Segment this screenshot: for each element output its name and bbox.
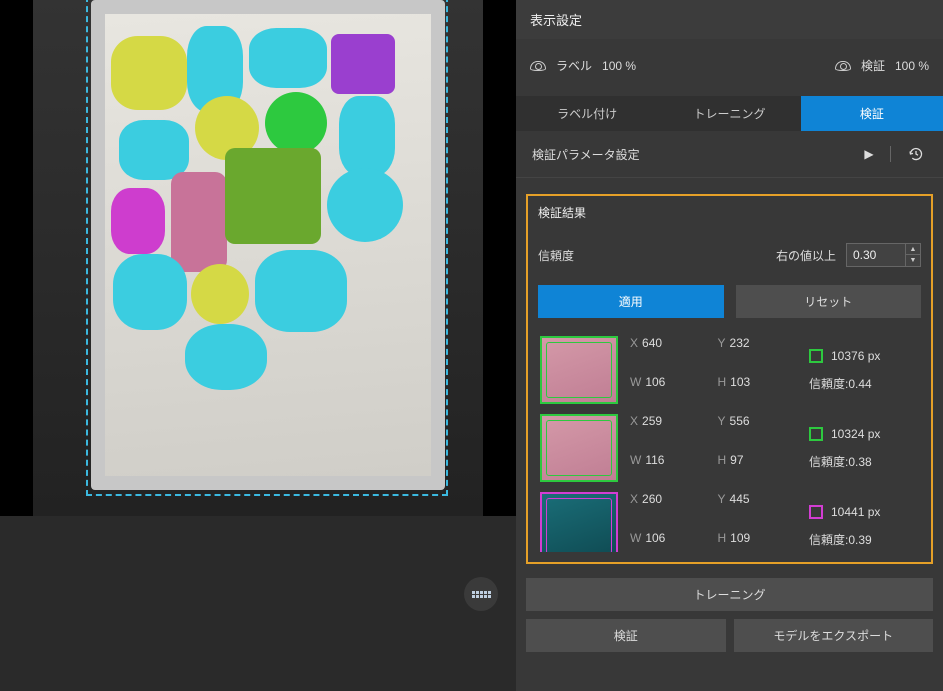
tab-verify[interactable]: 検証	[801, 96, 943, 131]
color-swatch-icon	[809, 505, 823, 519]
result-item[interactable]: X640Y232W106H103 10376 px 信頼度:0.44	[538, 332, 921, 408]
label-text: ラベル	[556, 57, 592, 74]
result-list: X640Y232W106H103 10376 px 信頼度:0.44 X259Y556…	[538, 332, 921, 552]
results-buttons: 適用 リセット	[538, 285, 921, 318]
visibility-row: ラベル 100 % 検証 100 %	[516, 39, 943, 96]
confidence-threshold-row: 信頼度 右の値以上 ▲ ▼	[538, 243, 921, 267]
color-swatch-icon	[809, 349, 823, 363]
result-item[interactable]: X260Y445W106H109 10441 px 信頼度:0.39	[538, 488, 921, 552]
result-coords: X640Y232W106H103	[630, 336, 797, 404]
scene	[33, 0, 483, 516]
export-model-button[interactable]: モデルをエクスポート	[734, 619, 934, 652]
result-area-col: 10441 px 信頼度:0.39	[809, 492, 919, 552]
threshold-input[interactable]	[847, 244, 905, 266]
confidence-value: 信頼度:0.44	[809, 375, 919, 392]
divider	[890, 146, 891, 162]
verify-visibility[interactable]: 検証 100 %	[835, 57, 929, 74]
area-value: 10324 px	[831, 427, 880, 441]
image-canvas[interactable]	[0, 0, 516, 516]
area-value: 10376 px	[831, 349, 880, 363]
settings-panel: 表示設定 ラベル 100 % 検証 100 % ラベル付け トレーニング 検証 …	[516, 0, 943, 691]
display-settings-header: 表示設定	[516, 0, 943, 39]
result-thumbnail	[540, 492, 618, 552]
results-title: 検証結果	[538, 204, 921, 221]
result-item[interactable]: X259Y556W116H97 10324 px 信頼度:0.38	[538, 410, 921, 486]
history-icon[interactable]	[905, 143, 927, 165]
threshold-spinner: ▲ ▼	[905, 244, 920, 266]
image-viewer-panel	[0, 0, 516, 691]
spin-down[interactable]: ▼	[906, 255, 920, 266]
eye-icon	[530, 61, 546, 71]
apply-button[interactable]: 適用	[538, 285, 724, 318]
result-thumbnail	[540, 336, 618, 404]
result-coords: X259Y556W116H97	[630, 414, 797, 482]
threshold-input-wrap: ▲ ▼	[846, 243, 921, 267]
verify-text: 検証	[861, 57, 885, 74]
play-icon[interactable]: ▶	[858, 143, 880, 165]
result-area-col: 10324 px 信頼度:0.38	[809, 414, 919, 482]
confidence-value: 信頼度:0.39	[809, 531, 919, 548]
keyboard-button[interactable]	[464, 577, 498, 611]
verify-results-block: 検証結果 信頼度 右の値以上 ▲ ▼ 適用 リセット X640Y232W106H…	[526, 194, 933, 564]
reset-button[interactable]: リセット	[736, 285, 922, 318]
roi-rectangle[interactable]	[86, 0, 448, 496]
area-value: 10441 px	[831, 505, 880, 519]
label-visibility[interactable]: ラベル 100 %	[530, 57, 636, 74]
verify-param-title: 検証パラメータ設定	[532, 146, 640, 163]
verify-percent: 100 %	[895, 59, 929, 73]
spin-up[interactable]: ▲	[906, 244, 920, 255]
keyboard-icon	[472, 591, 491, 598]
tab-training[interactable]: トレーニング	[658, 96, 800, 131]
color-swatch-icon	[809, 427, 823, 441]
confidence-label: 信頼度	[538, 247, 574, 264]
footer-actions: トレーニング 検証 モデルをエクスポート	[526, 578, 933, 652]
tab-labeling[interactable]: ラベル付け	[516, 96, 658, 131]
label-percent: 100 %	[602, 59, 636, 73]
result-coords: X260Y445W106H109	[630, 492, 797, 552]
verify-button[interactable]: 検証	[526, 619, 726, 652]
eye-icon	[835, 61, 851, 71]
threshold-label: 右の値以上	[776, 247, 836, 264]
verify-param-header: 検証パラメータ設定 ▶	[516, 131, 943, 178]
mode-tabs: ラベル付け トレーニング 検証	[516, 96, 943, 131]
result-thumbnail	[540, 414, 618, 482]
result-area-col: 10376 px 信頼度:0.44	[809, 336, 919, 404]
training-button[interactable]: トレーニング	[526, 578, 933, 611]
confidence-value: 信頼度:0.38	[809, 453, 919, 470]
